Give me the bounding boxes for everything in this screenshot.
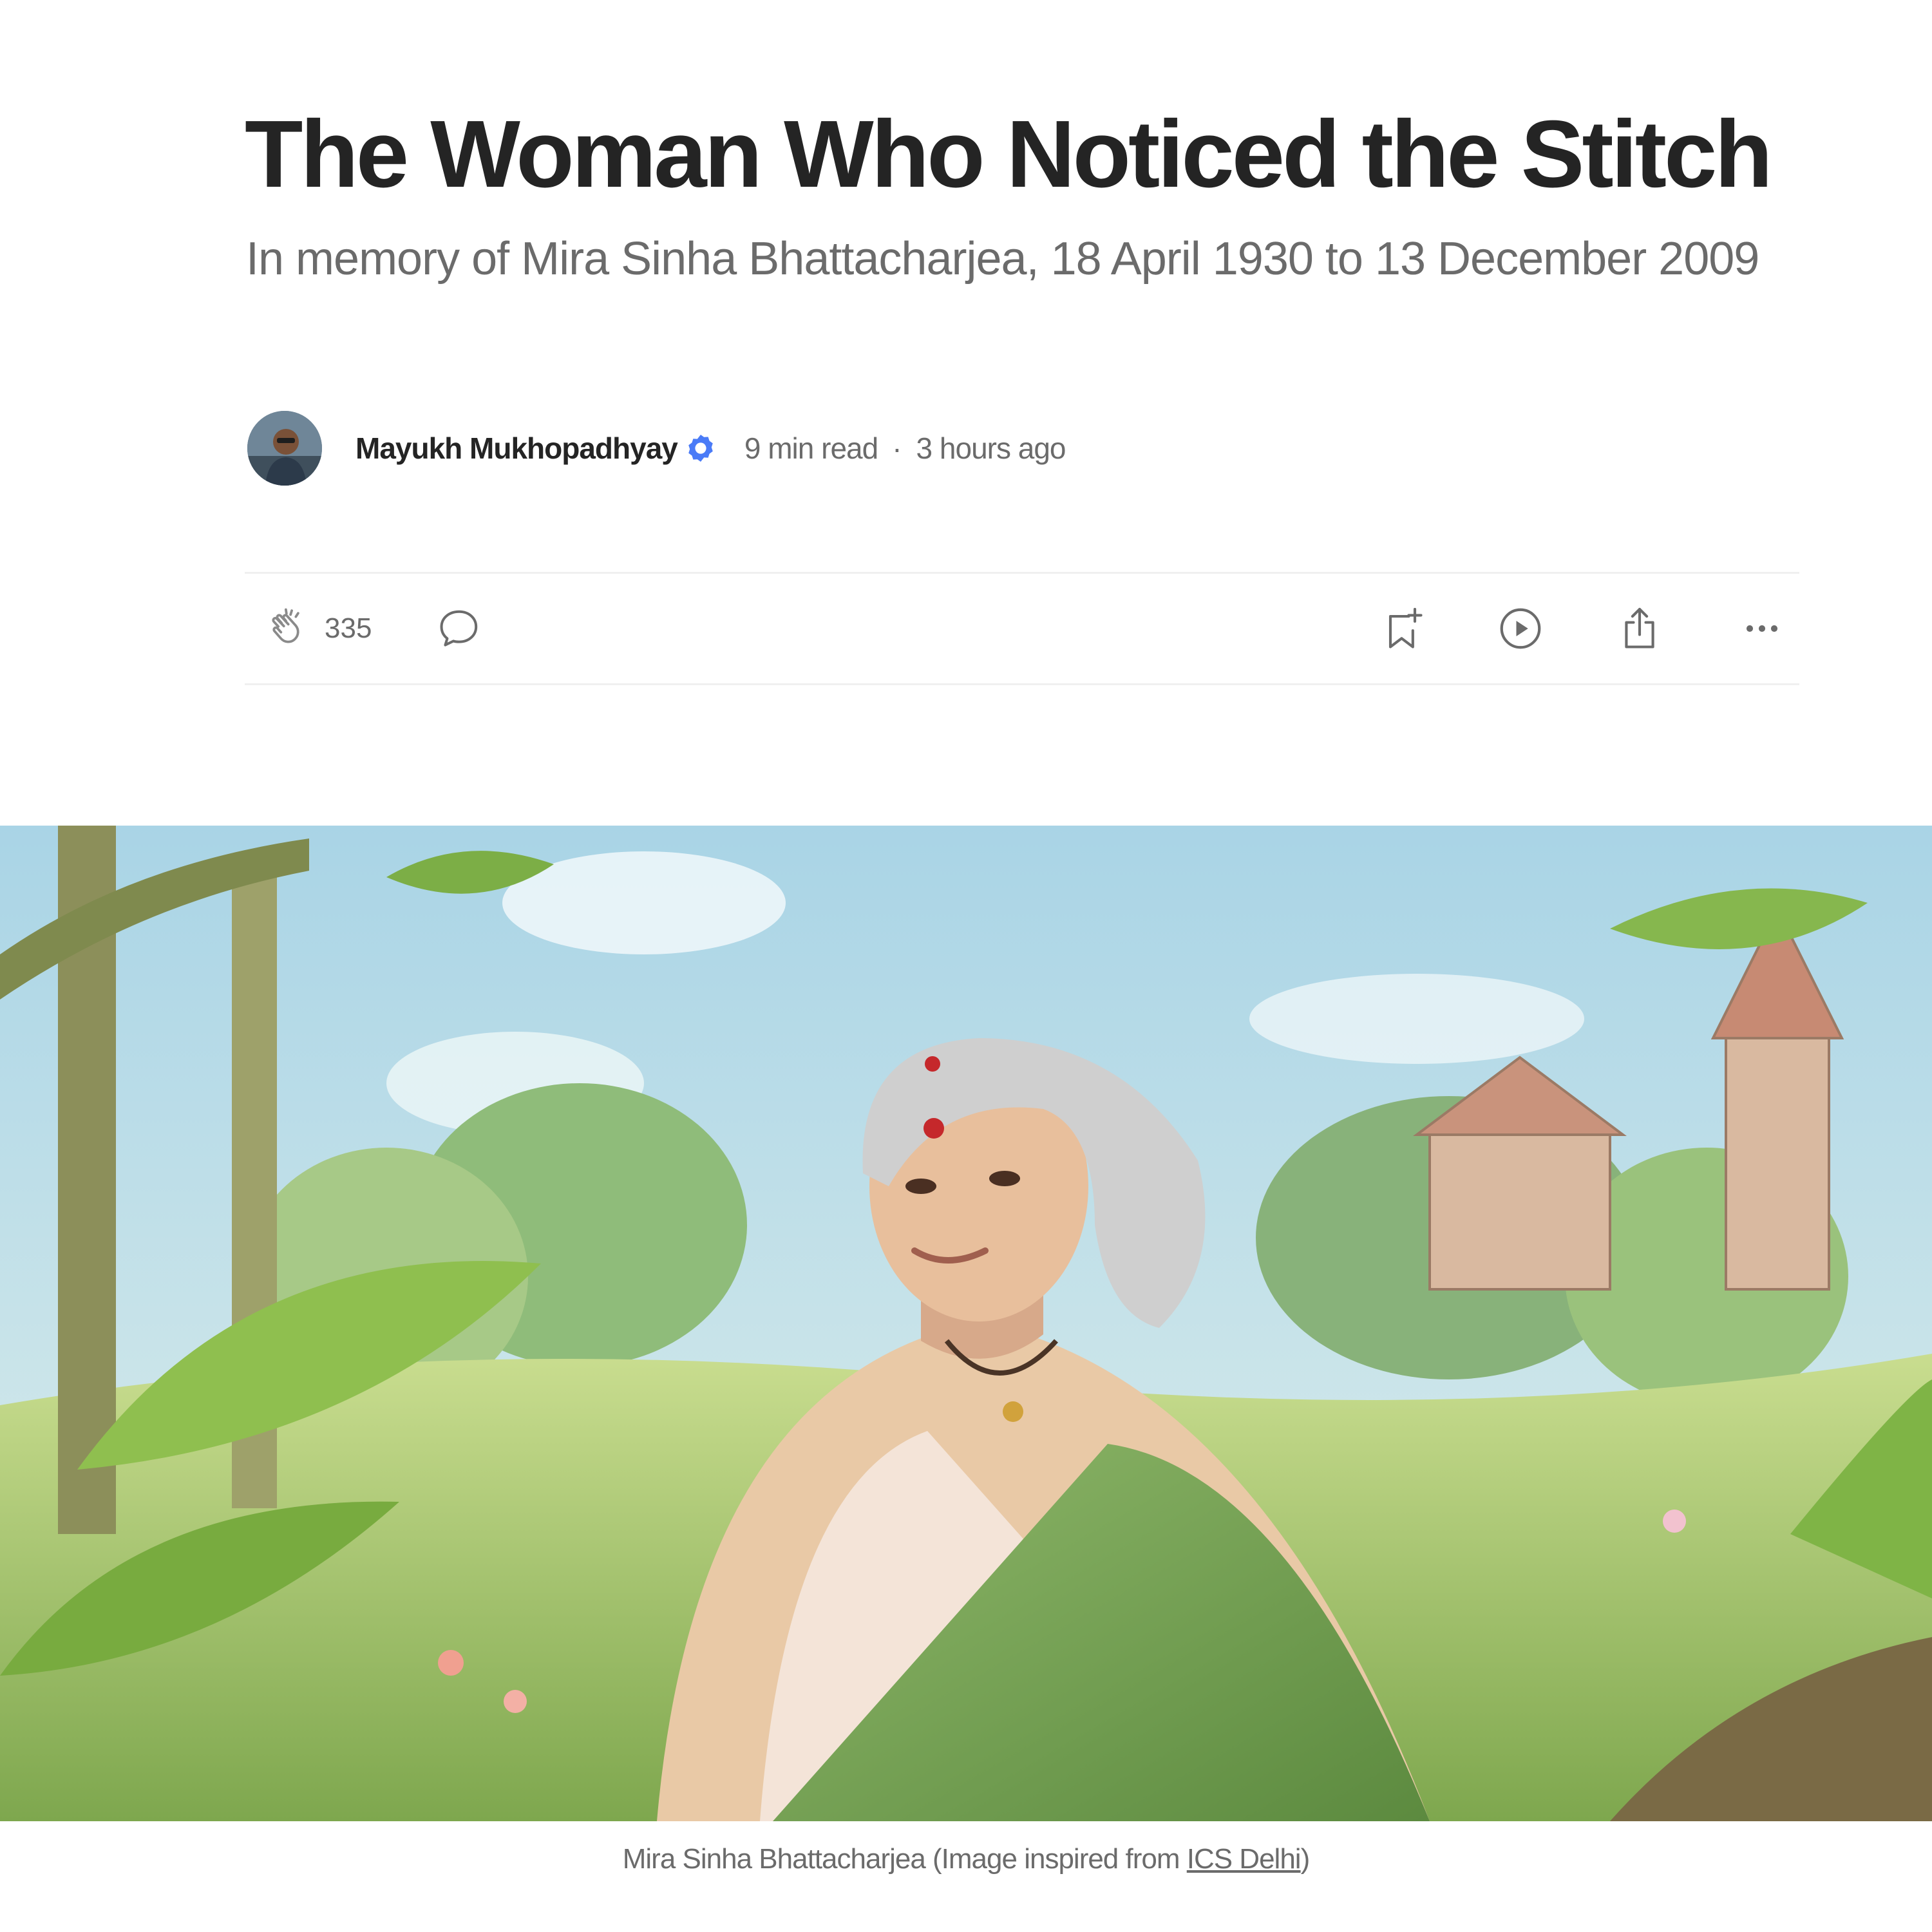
article-subtitle: In memory of Mira Sinha Bhattacharjea, 1… <box>246 233 1759 285</box>
more-button[interactable] <box>1738 574 1786 683</box>
clap-icon <box>272 608 299 643</box>
read-time: 9 min read <box>744 431 878 465</box>
posted-time: 3 hours ago <box>916 431 1066 465</box>
comment-button[interactable] <box>435 574 483 683</box>
clap-count: 335 <box>325 612 372 644</box>
article-action-bar: 335 <box>245 572 1799 685</box>
byline: Mayukh Mukhopadhyay 9 min read · 3 hours… <box>247 411 1066 486</box>
share-button[interactable] <box>1615 574 1664 683</box>
play-icon <box>1500 608 1541 649</box>
author-name[interactable]: Mayukh Mukhopadhyay <box>355 431 678 466</box>
caption-source-link[interactable]: ICS Delhi <box>1187 1843 1302 1875</box>
caption-close: ) <box>1300 1843 1311 1875</box>
bookmark-icon <box>1388 607 1423 649</box>
hero-illustration <box>0 826 1932 1821</box>
caption-text: Mira Sinha Bhattacharjea (Image inspired… <box>622 1843 1187 1875</box>
clap-button[interactable]: 335 <box>264 574 372 683</box>
verified-badge-icon <box>688 435 713 462</box>
avatar-image <box>247 411 322 486</box>
share-icon <box>1625 607 1654 649</box>
meta-separator: · <box>892 431 902 465</box>
author-avatar[interactable] <box>247 411 322 486</box>
comment-icon <box>440 610 478 647</box>
listen-button[interactable] <box>1495 574 1546 683</box>
hero-image <box>0 826 1932 1821</box>
bookmark-button[interactable] <box>1378 574 1427 683</box>
image-caption: Mira Sinha Bhattacharjea (Image inspired… <box>0 1843 1932 1875</box>
article-title: The Woman Who Noticed the Stitch <box>245 101 1773 207</box>
more-icon <box>1746 625 1778 632</box>
